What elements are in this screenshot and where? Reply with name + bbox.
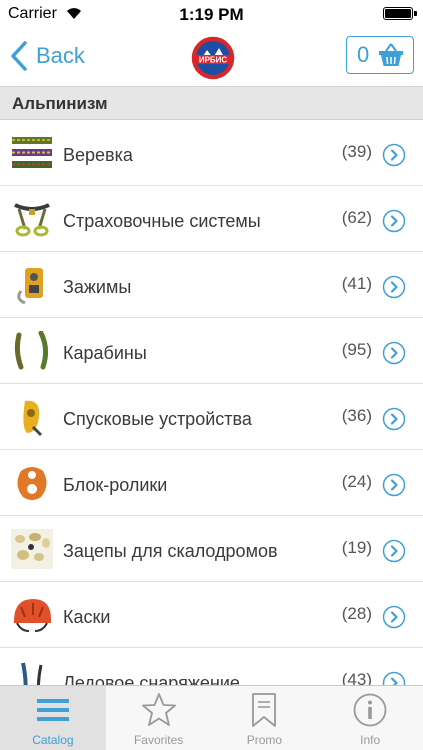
chevron-right-circle-icon: [382, 209, 406, 233]
tab-label: Favorites: [133, 733, 184, 747]
tab-catalog[interactable]: Catalog: [0, 686, 106, 750]
category-count: (28): [341, 604, 372, 623]
tab-info[interactable]: Info: [317, 686, 423, 750]
category-row[interactable]: Зажимы (41): [0, 252, 423, 318]
climbing-holds-icon: [11, 529, 53, 569]
chevron-right-circle-icon: [382, 605, 406, 629]
category-label: Зажимы: [63, 277, 132, 297]
status-time: 1:19 PM: [179, 5, 244, 24]
category-row[interactable]: Зацепы для скалодромов (19): [0, 516, 423, 582]
category-label: Каски: [63, 607, 111, 627]
ascender-icon: [17, 268, 43, 305]
tab-favorites[interactable]: Favorites: [106, 686, 212, 750]
category-count: (24): [341, 472, 372, 491]
category-count: (62): [341, 208, 372, 227]
category-label: Страховочные системы: [63, 211, 261, 231]
cart-button[interactable]: 0: [346, 36, 414, 74]
category-label: Веревка: [63, 145, 133, 165]
chevron-right-circle-icon: [382, 341, 406, 365]
tab-label: Info: [360, 733, 381, 747]
chevron-right-circle-icon: [382, 275, 406, 299]
category-count: (36): [341, 406, 372, 425]
category-row[interactable]: Каски (28): [0, 582, 423, 648]
tab-promo[interactable]: Promo: [212, 686, 318, 750]
tab-bar: Catalog Favorites Promo Info: [0, 685, 423, 750]
list-icon: [36, 699, 69, 721]
harness-icon: [14, 203, 50, 237]
category-label: Карабины: [63, 343, 147, 363]
category-row[interactable]: Спусковые устройства (36): [0, 384, 423, 450]
battery-icon: [383, 7, 417, 20]
rope-icon: [12, 137, 52, 168]
chevron-right-circle-icon: [382, 473, 406, 497]
svg-text:ИРБИС: ИРБИС: [199, 56, 228, 65]
section-header: Альпинизм: [0, 86, 423, 120]
category-row[interactable]: Веревка (39): [0, 120, 423, 186]
irbis-logo: ИРБИС: [190, 35, 236, 81]
chevron-left-icon: [11, 41, 27, 71]
category-row[interactable]: Страховочные системы (62): [0, 186, 423, 252]
tab-label: Promo: [246, 733, 283, 747]
category-row[interactable]: Карабины (95): [0, 318, 423, 384]
chevron-right-circle-icon: [382, 671, 406, 685]
carabiner-icon: [14, 331, 49, 370]
chevron-right-circle-icon: [382, 143, 406, 167]
category-count: (19): [341, 538, 372, 557]
category-row[interactable]: Блок-ролики (24): [0, 450, 423, 516]
category-count: (95): [341, 340, 372, 359]
category-list: Веревка (39) Страховочные системы (62) З…: [0, 120, 423, 685]
descender-icon: [23, 400, 43, 437]
category-label: Ледовое снаряжение: [63, 673, 240, 685]
category-label: Блок-ролики: [63, 475, 168, 495]
info-icon: [353, 693, 387, 727]
star-icon: [141, 693, 176, 726]
chevron-right-circle-icon: [382, 539, 406, 563]
status-bar: Carrier 1:19 PM: [0, 0, 423, 28]
back-button[interactable]: Back: [8, 38, 85, 74]
ice-axe-icon: [21, 662, 43, 685]
cart-count: 0: [357, 42, 370, 67]
back-label: Back: [36, 43, 85, 68]
section-title: Альпинизм: [12, 94, 108, 113]
pulley-icon: [17, 467, 47, 500]
category-count: (39): [341, 142, 372, 161]
category-label: Спусковые устройства: [63, 409, 252, 429]
category-count: (41): [341, 274, 372, 293]
helmet-icon: [14, 599, 51, 632]
category-row[interactable]: Ледовое снаряжение (43): [0, 648, 423, 685]
tab-label: Catalog: [32, 733, 74, 747]
chevron-right-circle-icon: [382, 407, 406, 431]
category-count: (43): [341, 670, 372, 685]
bookmark-icon: [252, 693, 277, 727]
category-label: Зацепы для скалодромов: [63, 541, 278, 561]
navigation-bar: Back ИРБИС 0: [0, 28, 423, 85]
basket-icon: [379, 43, 404, 66]
